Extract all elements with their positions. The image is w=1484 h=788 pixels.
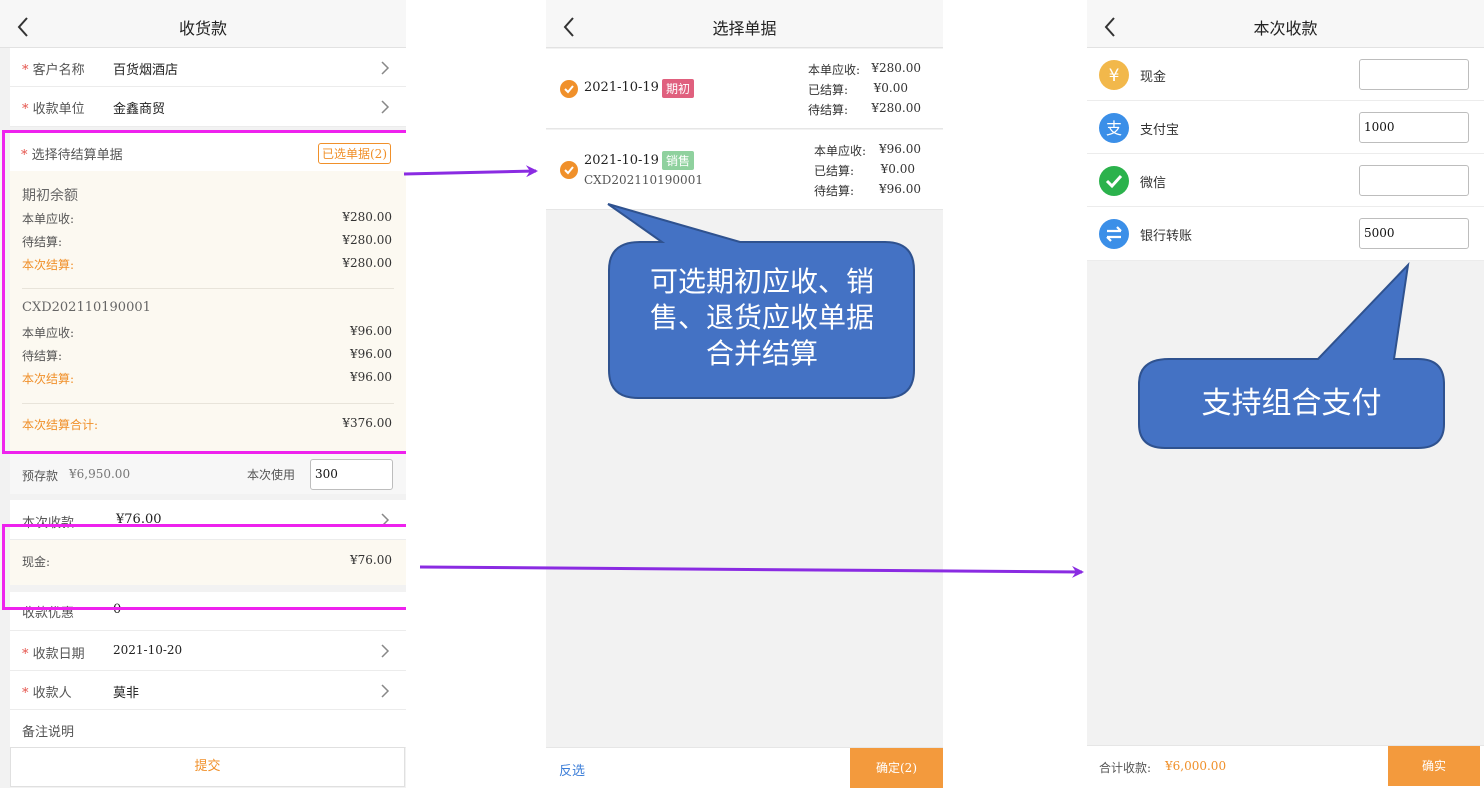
callout-combined-text: 支持组合支付 [1201, 386, 1382, 421]
callout-merge-text: 可选期初应收、销 售、退货应收单据 合并结算 [649, 265, 874, 370]
arrow-to-payment-screen [419, 565, 1084, 578]
arrow-to-select-screen [403, 165, 538, 178]
